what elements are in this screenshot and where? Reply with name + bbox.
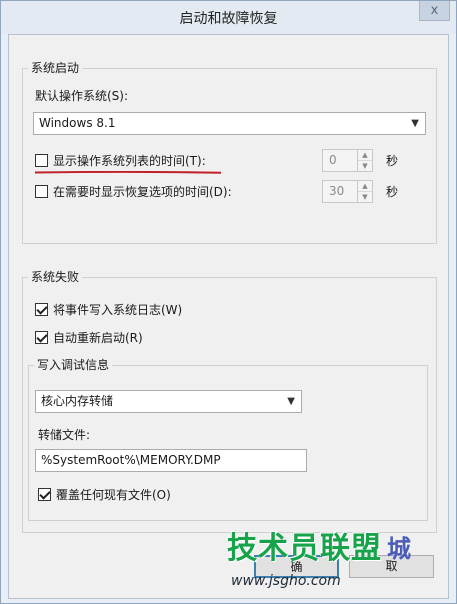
show-list-label: 显示操作系统列表的时间(T):	[53, 154, 206, 168]
close-icon: x	[430, 3, 439, 18]
spin-down-icon[interactable]: ▼	[358, 161, 372, 172]
debug-type-select[interactable]: 核心内存转储 ▼	[35, 390, 302, 413]
auto-restart-checkbox[interactable]	[35, 331, 48, 344]
spin-down-icon[interactable]: ▼	[358, 192, 372, 203]
default-os-select[interactable]: Windows 8.1 ▼	[33, 112, 426, 135]
annotation-underline	[35, 171, 221, 174]
chevron-down-icon: ▼	[411, 118, 419, 129]
spin-buttons: ▲ ▼	[358, 149, 373, 172]
cancel-button[interactable]: 取	[349, 555, 434, 578]
cancel-button-label: 取	[385, 559, 398, 573]
recovery-checkbox[interactable]	[35, 185, 48, 198]
debug-type-value: 核心内存转储	[41, 394, 114, 408]
show-list-seconds-unit: 秒	[386, 154, 399, 168]
title-bar: 启动和故障恢复 x	[1, 1, 456, 34]
recovery-seconds-spinner[interactable]: 30 ▲ ▼	[322, 180, 373, 203]
recovery-label: 在需要时显示恢复选项的时间(D):	[53, 185, 232, 199]
recovery-seconds-input[interactable]: 30	[322, 180, 358, 203]
system-failure-group-title: 系统失败	[28, 270, 83, 284]
debug-info-group-title: 写入调试信息	[34, 358, 113, 372]
overwrite-label: 覆盖任何现有文件(O)	[56, 488, 171, 502]
ok-button-label: 确	[290, 560, 303, 574]
dialog-title: 启动和故障恢复	[179, 11, 278, 27]
spin-up-icon[interactable]: ▲	[358, 150, 372, 161]
chevron-down-icon: ▼	[287, 396, 295, 407]
default-os-value: Windows 8.1	[39, 116, 116, 130]
overwrite-checkbox[interactable]	[38, 488, 51, 501]
show-list-seconds-input[interactable]: 0	[322, 149, 358, 172]
dump-file-label: 转储文件:	[38, 428, 91, 442]
spin-up-icon[interactable]: ▲	[358, 181, 372, 192]
spin-buttons: ▲ ▼	[358, 180, 373, 203]
default-os-label: 默认操作系统(S):	[35, 89, 129, 103]
dump-file-input[interactable]: %SystemRoot%\MEMORY.DMP	[35, 449, 307, 472]
startup-recovery-dialog: 启动和故障恢复 x 系统启动 默认操作系统(S): Windows 8.1 ▼ …	[0, 0, 457, 604]
system-startup-group-title: 系统启动	[28, 61, 83, 75]
show-list-seconds-spinner[interactable]: 0 ▲ ▼	[322, 149, 373, 172]
write-event-checkbox[interactable]	[35, 303, 48, 316]
ok-button[interactable]: 确	[254, 555, 339, 578]
show-list-checkbox[interactable]	[35, 154, 48, 167]
recovery-seconds-unit: 秒	[386, 185, 399, 199]
auto-restart-label: 自动重新启动(R)	[53, 331, 143, 345]
close-button[interactable]: x	[419, 1, 450, 21]
write-event-label: 将事件写入系统日志(W)	[53, 303, 183, 317]
dialog-content: 系统启动 默认操作系统(S): Windows 8.1 ▼ 显示操作系统列表的时…	[8, 34, 449, 599]
